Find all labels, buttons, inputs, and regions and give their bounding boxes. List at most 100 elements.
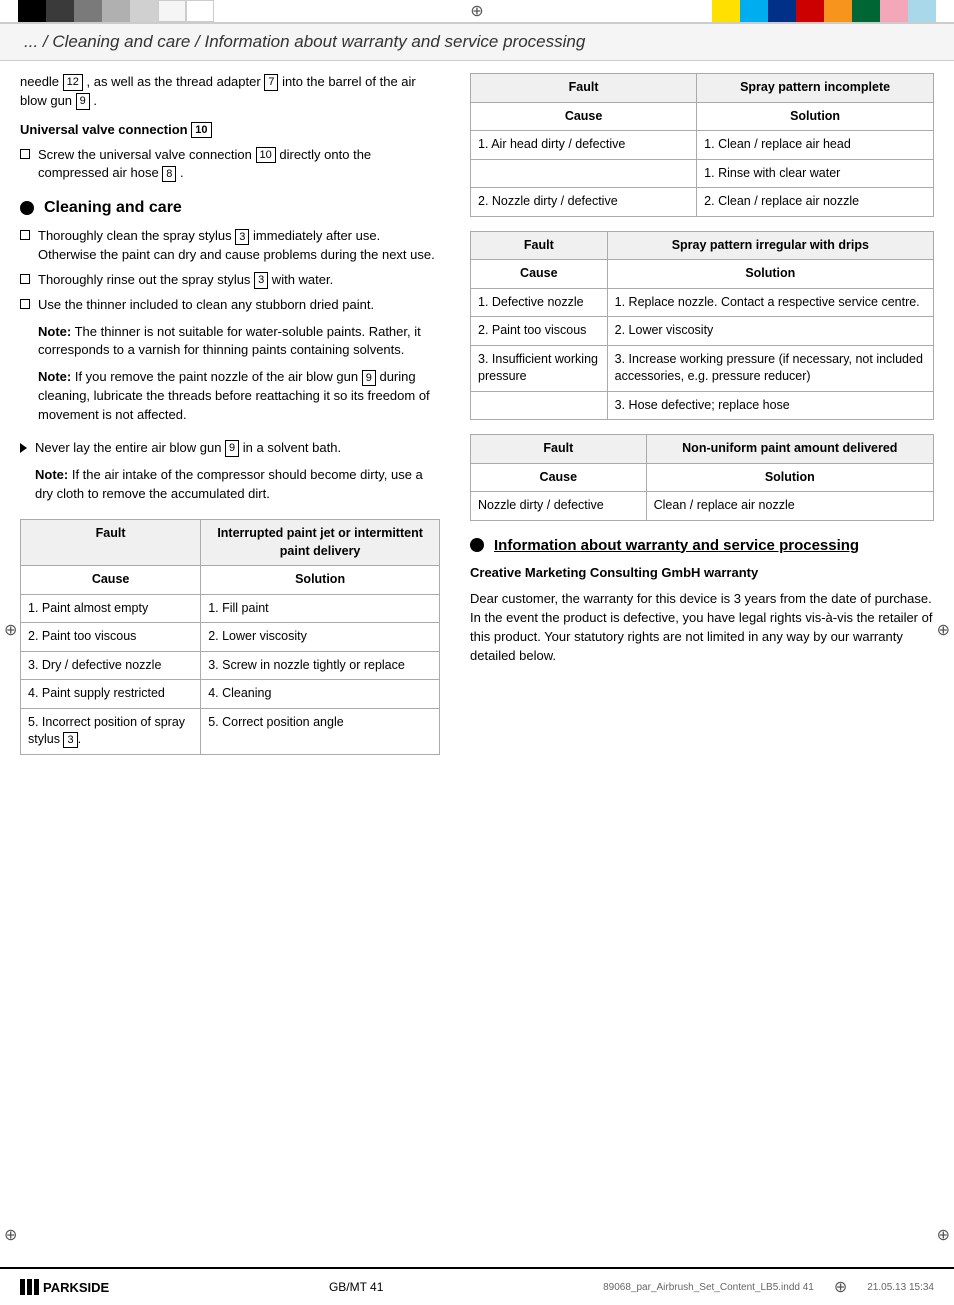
warranty-section-title: Information about warranty and service p… (470, 537, 934, 554)
cleaning-item-2-text: Thoroughly rinse out the spray stylus 3 … (38, 271, 333, 290)
solution-cell: 1. Replace nozzle. Contact a respective … (607, 288, 933, 317)
section-dot-icon (20, 201, 34, 215)
bullet-square-icon (20, 149, 30, 159)
cause-cell (471, 391, 608, 420)
warranty-text: Dear customer, the warranty for this dev… (470, 590, 934, 665)
solution-cell: 3. Increase working pressure (if necessa… (607, 345, 933, 391)
parkside-name: PARKSIDE (43, 1280, 109, 1295)
universal-heading-num: 10 (191, 122, 211, 138)
cleaning-item-1-text: Thoroughly clean the spray stylus 3 imme… (38, 227, 440, 265)
solution-cell: 1. Clean / replace air head (697, 131, 934, 160)
solution-cell: 2. Clean / replace air nozzle (697, 188, 934, 217)
color-swatch-pink (880, 0, 908, 22)
file-info: 89068_par_Airbrush_Set_Content_LB5.indd … (603, 1282, 814, 1293)
cause-cell: 1. Defective nozzle (471, 288, 608, 317)
table-row: 2. Paint too viscous 2. Lower viscosity (21, 623, 440, 652)
cleaning-item-3: Use the thinner included to clean any st… (20, 296, 440, 433)
table-row: 4. Paint supply restricted 4. Cleaning (21, 680, 440, 709)
needle-number: 12 (63, 74, 83, 90)
right-color-blocks (712, 0, 936, 22)
universal-valve-heading: Universal valve connection 10 (20, 121, 440, 140)
date-info: 21.05.13 15:34 (867, 1282, 934, 1293)
fault-table-2-solution-header: Solution (697, 102, 934, 131)
cause-cell: 3. Dry / defective nozzle (21, 651, 201, 680)
crosshair-top-center: ⊕ (468, 2, 486, 20)
left-column: needle 12 , as well as the thread adapte… (20, 61, 450, 769)
universal-valve-item: Screw the universal valve connection 10 … (20, 146, 440, 184)
table-row: 2. Nozzle dirty / defective 2. Clean / r… (471, 188, 934, 217)
warranty-dot-icon (470, 538, 484, 552)
solution-cell: 2. Lower viscosity (201, 623, 440, 652)
fault-table-1: Fault Interrupted paint jet or intermitt… (20, 519, 440, 755)
hose-num: 8 (162, 166, 176, 182)
left-color-blocks (18, 0, 214, 22)
cleaning-item-4: Never lay the entire air blow gun 9 in a… (20, 439, 440, 512)
gun-number: 9 (76, 93, 90, 109)
top-color-bar: ⊕ (0, 0, 954, 22)
cleaning-item-1: Thoroughly clean the spray stylus 3 imme… (20, 227, 440, 265)
color-swatch-green (852, 0, 880, 22)
cause-cell: 2. Paint too viscous (21, 623, 201, 652)
table-row: 1. Paint almost empty 1. Fill paint (21, 594, 440, 623)
solution-cell: 3. Hose defective; replace hose (607, 391, 933, 420)
color-swatch-ltblue (908, 0, 936, 22)
warranty-title-text: Information about warranty and service p… (494, 537, 859, 554)
cause-cell: Nozzle dirty / defective (471, 492, 647, 521)
cause-cell: 2. Nozzle dirty / defective (471, 188, 697, 217)
color-swatch-wwhite (186, 0, 214, 22)
intro-paragraph: needle 12 , as well as the thread adapte… (20, 73, 440, 111)
crosshair-footer-icon: ⊕ (834, 1277, 847, 1297)
table-row: 3. Insufficient working pressure 3. Incr… (471, 345, 934, 391)
bullet-sq-1-icon (20, 230, 30, 240)
cause-cell: 2. Paint too viscous (471, 317, 608, 346)
logo-bars-icon (20, 1279, 39, 1295)
table-row: 1. Air head dirty / defective 1. Clean /… (471, 131, 934, 160)
main-content: needle 12 , as well as the thread adapte… (0, 61, 954, 769)
universal-heading-text: Universal valve connection (20, 122, 188, 137)
crosshair-right-mid: ⊕ (937, 620, 950, 640)
fault-table-1-col1-header: Fault (21, 520, 201, 566)
bullet-sq-3-icon (20, 299, 30, 309)
universal-valve-list: Screw the universal valve connection 10 … (20, 146, 440, 184)
fault-table-3-col1-header: Fault (471, 231, 608, 260)
page-title-bar: ... / Cleaning and care / Information ab… (0, 22, 954, 61)
bullet-triangle-icon (20, 443, 27, 453)
table-row: 5. Incorrect position of spray stylus 3.… (21, 708, 440, 754)
page-title: ... / Cleaning and care / Information ab… (24, 32, 585, 51)
color-swatch-white (158, 0, 186, 22)
cleaning-item-4-content: Never lay the entire air blow gun 9 in a… (35, 439, 440, 512)
cause-cell (471, 159, 697, 188)
table-row: 3. Dry / defective nozzle 3. Screw in no… (21, 651, 440, 680)
solution-cell: 3. Screw in nozzle tightly or replace (201, 651, 440, 680)
table-row: 2. Paint too viscous 2. Lower viscosity (471, 317, 934, 346)
solution-cell: 4. Cleaning (201, 680, 440, 709)
fault-table-4-cause-header: Cause (471, 463, 647, 492)
page-footer: PARKSIDE GB/MT 41 89068_par_Airbrush_Set… (0, 1267, 954, 1305)
fault-table-4-solution-header: Solution (646, 463, 933, 492)
color-swatch-blue (768, 0, 796, 22)
connection-num: 10 (256, 147, 276, 163)
table-row: 3. Hose defective; replace hose (471, 391, 934, 420)
warranty-subheading: Creative Marketing Consulting GmbH warra… (470, 564, 934, 583)
solution-cell: Clean / replace air nozzle (646, 492, 933, 521)
adapter-number: 7 (264, 74, 278, 90)
cause-cell: 1. Air head dirty / defective (471, 131, 697, 160)
color-swatch-llgray (130, 0, 158, 22)
fault-table-1-solution-header: Solution (201, 566, 440, 595)
cleaning-section-title: Cleaning and care (20, 199, 440, 217)
solution-cell: 5. Correct position angle (201, 708, 440, 754)
cause-cell: 3. Insufficient working pressure (471, 345, 608, 391)
fault-table-2-cause-header: Cause (471, 102, 697, 131)
solution-cell: 2. Lower viscosity (607, 317, 933, 346)
universal-valve-text: Screw the universal valve connection 10 … (38, 146, 440, 184)
warranty-section: Information about warranty and service p… (470, 537, 934, 666)
cleaning-item-2: Thoroughly rinse out the spray stylus 3 … (20, 271, 440, 290)
color-swatch-red (796, 0, 824, 22)
fault-table-4-col1-header: Fault (471, 435, 647, 464)
fault-table-4-col2-header: Non-uniform paint amount delivered (646, 435, 933, 464)
fault-table-2: Fault Spray pattern incomplete Cause Sol… (470, 73, 934, 217)
cause-cell: 5. Incorrect position of spray stylus 3. (21, 708, 201, 754)
cause-cell: 1. Paint almost empty (21, 594, 201, 623)
fault-table-3-col2-header: Spray pattern irregular with drips (607, 231, 933, 260)
gun-num-3: 9 (362, 370, 376, 386)
